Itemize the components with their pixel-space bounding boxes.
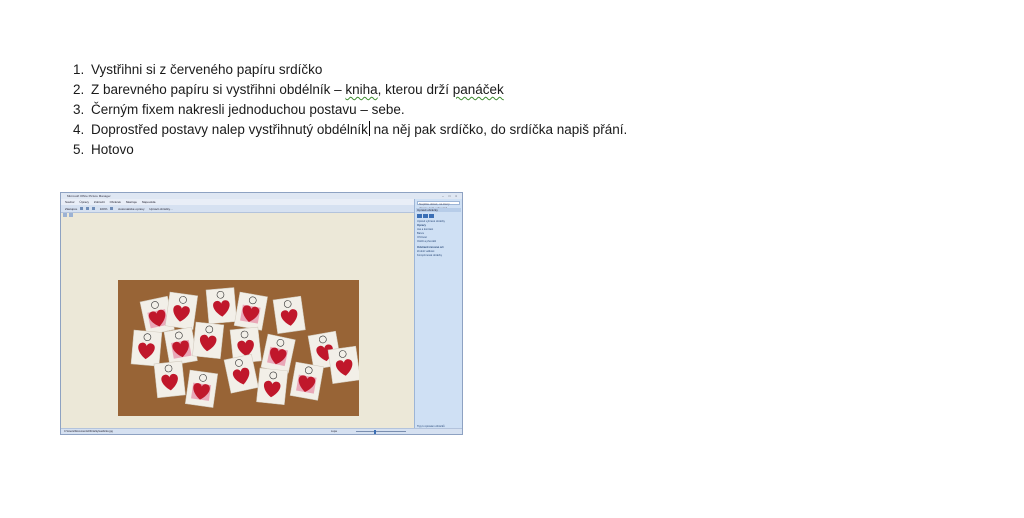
text-run: Z barevného papíru si vystřihni obdélník… [91,82,346,97]
shortcuts-button: Zástupce [65,207,78,211]
status-bar: C:\Users\Documents\Obrázky\sardicko.jpg … [61,428,462,434]
pane-link: Komprimovat obrázky [417,254,443,257]
status-path: C:\Users\Documents\Obrázky\sardicko.jpg [64,429,113,433]
list-number: 5. [73,142,85,157]
back-icon [417,214,422,218]
embedded-screenshot[interactable]: Microsoft Office Picture Manager – □ × S… [60,192,463,435]
pane-link: Otočit a převrátit [417,240,437,243]
list-item: 5. Hotovo [73,140,627,160]
list-number: 1. [73,62,85,77]
hearts-photo [118,280,359,416]
list-text: Z barevného papíru si vystřihni obdélník… [91,80,504,100]
pane-heading: Opravy [417,224,426,227]
help-search-input: Napište dotaz, na který chcete znát odpo… [417,201,460,210]
auto-correct-button: Automatické opravy [118,207,145,211]
card [256,367,289,406]
text-run: na něj pak srdíčko, do srdíčka napiš přá… [369,122,628,137]
rotate-icon [91,207,95,210]
pane-link: Oříznout [417,236,427,239]
grammar-flagged-word[interactable]: panáček [453,82,504,97]
pane-heading: Odstranit červené oči [417,246,444,249]
card [233,291,268,331]
text-run: , kterou drží [377,82,453,97]
thumbnail-view-icon [63,213,67,217]
zoom-in-icon [110,207,114,210]
save-icon [80,207,84,210]
photo-illustration [118,280,359,416]
list-text: Doprostřed postavy nalep vystřihnutý obd… [91,120,627,140]
list-number: 4. [73,122,85,137]
instruction-list: 1. Vystřihni si z červeného papíru srdíč… [73,60,627,160]
forward-icon [423,214,428,218]
list-text: Černým fixem nakresli jednoduchou postav… [91,102,405,117]
undo-icon [86,207,90,210]
pane-link: Barva [417,232,424,235]
list-text: Vystřihni si z červeného papíru srdíčko [91,62,323,77]
list-item: 1. Vystřihni si z červeného papíru srdíč… [73,60,627,80]
text-run: Doprostřed postavy nalep vystřihnutý obd… [91,122,368,137]
task-pane-title: Upravit obrázky [416,208,461,212]
grammar-flagged-word[interactable]: kniha [345,82,377,97]
list-item: 2. Z barevného papíru si vystřihni obdél… [73,80,627,100]
menu-item-file: Soubor [65,200,75,204]
list-number: 3. [73,102,85,117]
card [153,360,186,399]
window-controls: – □ × [442,194,459,198]
pane-link: Upravit vybrané obrázky [417,220,445,223]
status-zoom-label: Lupa [331,429,337,433]
menu-item-help: Nápověda [141,200,156,204]
menu-item-edit: Úpravy [79,200,90,204]
card [184,369,219,408]
pane-link: Jas a kontrast [417,228,434,231]
toolbar: Zástupce 100% Automatické opravy Upravit… [61,205,414,213]
task-pane: Napište dotaz, na který chcete znát odpo… [414,199,462,429]
card [163,326,198,366]
menu-item-view: Zobrazit [93,200,105,204]
zoom-field: 100% [99,207,108,211]
picture-canvas [61,218,414,429]
pane-link: Změnit velikost [417,250,435,253]
list-item: 4. Doprostřed postavy nalep vystřihnutý … [73,120,627,140]
list-text: Hotovo [91,142,134,157]
zoom-slider [356,431,406,432]
card [205,287,238,325]
window-title: Microsoft Office Picture Manager [67,194,111,198]
list-number: 2. [73,82,85,97]
edit-pictures-button: Upravit obrázky… [149,207,174,211]
zoom-slider-knob [374,429,376,434]
card [272,295,306,334]
card [164,291,199,330]
list-item: 3. Černým fixem nakresli jednoduchou pos… [73,100,627,120]
card [327,345,359,384]
card [192,321,225,360]
menu-item-picture: Obrázek [109,200,121,204]
single-view-icon [69,213,73,217]
home-icon [429,214,434,218]
menu-item-tools: Nástroje [125,200,137,204]
card [289,361,324,401]
card [130,329,163,367]
task-pane-nav [417,214,435,219]
